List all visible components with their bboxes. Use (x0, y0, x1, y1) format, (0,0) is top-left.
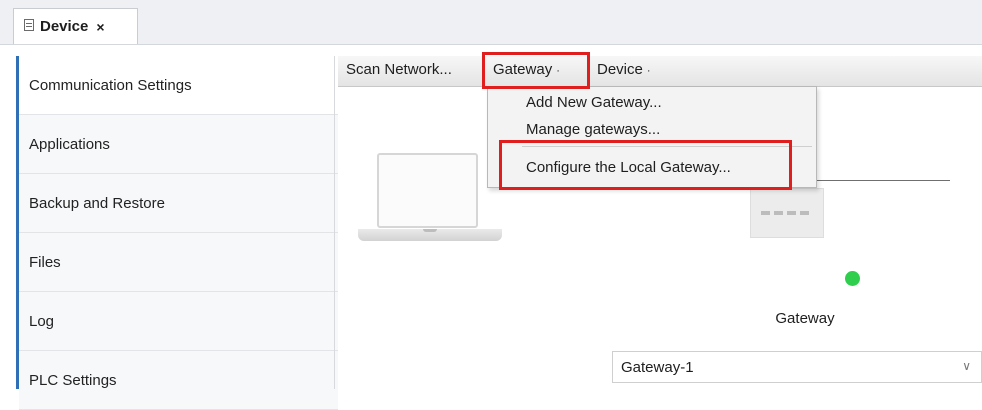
gateway-dropdown-menu: Add New Gateway... Manage gateways... Co… (487, 86, 817, 188)
gateway-caption: Gateway (775, 310, 835, 327)
laptop-icon (377, 153, 478, 228)
editor-tabbar: Device × (0, 0, 982, 45)
chevron-down-icon: · (556, 65, 560, 77)
chevron-down-icon: ∨ (962, 359, 971, 373)
gateway-device-icon[interactable] (750, 188, 824, 238)
sidebar-item-label: Backup and Restore (29, 194, 165, 212)
sidebar-item-communication-settings[interactable]: Communication Settings (19, 56, 338, 115)
laptop-base-icon (358, 229, 502, 241)
gateway-menu-label: Gateway (493, 61, 553, 78)
communication-toolbar: Scan Network... Gateway · Device · (338, 56, 982, 87)
sidebar-item-label: PLC Settings (29, 371, 117, 389)
sidebar-item-label: Log (29, 312, 55, 330)
gateway-status-icon (845, 271, 860, 286)
sidebar-item-label: Communication Settings (29, 76, 192, 94)
device-menu-button[interactable]: Device · (597, 61, 651, 78)
menu-item-configure-local-gateway[interactable]: Configure the Local Gateway... (526, 159, 731, 176)
gateway-menu-button[interactable]: Gateway · (493, 61, 560, 78)
sidebar-divider (334, 56, 335, 389)
gateway-select[interactable]: Gateway-1 ∨ (612, 351, 982, 383)
menu-separator (522, 146, 812, 147)
close-icon[interactable]: × (96, 19, 104, 35)
sidebar-item-plc-settings[interactable]: PLC Settings (19, 351, 338, 410)
chevron-down-icon: · (646, 65, 651, 77)
tab-title: Device (40, 18, 89, 35)
network-line (817, 180, 950, 181)
sidebar-item-backup-restore[interactable]: Backup and Restore (19, 174, 338, 233)
sidebar-item-label: Files (29, 253, 61, 271)
sidebar-item-log[interactable]: Log (19, 292, 338, 351)
scan-network-button[interactable]: Scan Network... (346, 61, 452, 78)
gateway-select-value: Gateway-1 (621, 358, 694, 376)
sidebar-item-label: Applications (29, 135, 110, 153)
device-sidebar: Communication Settings Applications Back… (16, 56, 339, 410)
sidebar-item-applications[interactable]: Applications (19, 115, 338, 174)
menu-item-manage-gateways[interactable]: Manage gateways... (526, 121, 660, 138)
menu-item-add-new-gateway[interactable]: Add New Gateway... (526, 94, 662, 111)
device-menu-label: Device (597, 61, 643, 78)
tab-device[interactable]: Device × (13, 8, 138, 44)
gateway-ports-icon (761, 211, 813, 215)
document-icon (24, 18, 34, 31)
sidebar-item-files[interactable]: Files (19, 233, 338, 292)
